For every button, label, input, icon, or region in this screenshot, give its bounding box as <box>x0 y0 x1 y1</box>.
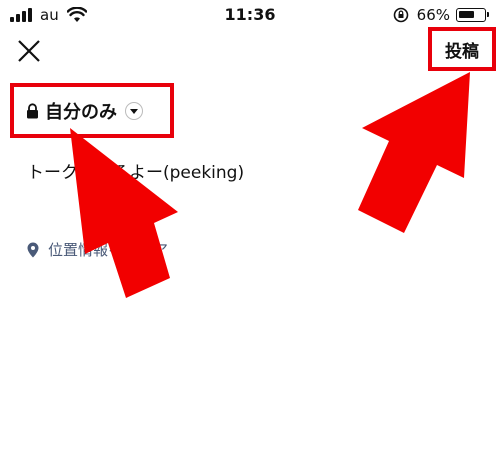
post-text[interactable]: トーク送するよー(peeking) <box>27 158 244 183</box>
battery-tip <box>487 12 489 17</box>
lock-icon <box>27 102 38 118</box>
arrow-to-post <box>358 72 470 233</box>
post-button-label: 投稿 <box>445 41 479 62</box>
status-right: 66% <box>393 6 489 24</box>
chevron-down-icon <box>125 101 143 120</box>
battery-fill <box>459 11 474 18</box>
arrow-to-privacy <box>70 128 178 298</box>
location-share-button[interactable]: 位置情報をシェア <box>27 239 168 260</box>
status-bar: au 11:36 66% <box>0 0 500 30</box>
annotation-arrows <box>70 72 470 298</box>
privacy-label: 自分のみ <box>45 101 117 123</box>
rotation-lock-icon <box>393 7 408 23</box>
location-pin-icon <box>27 242 39 257</box>
privacy-selector[interactable]: 自分のみ <box>10 83 174 138</box>
battery-icon <box>456 8 489 22</box>
battery-percentage: 66% <box>416 6 450 24</box>
close-icon[interactable] <box>16 38 42 64</box>
location-label: 位置情報をシェア <box>48 241 169 259</box>
post-button[interactable]: 投稿 <box>428 27 496 71</box>
